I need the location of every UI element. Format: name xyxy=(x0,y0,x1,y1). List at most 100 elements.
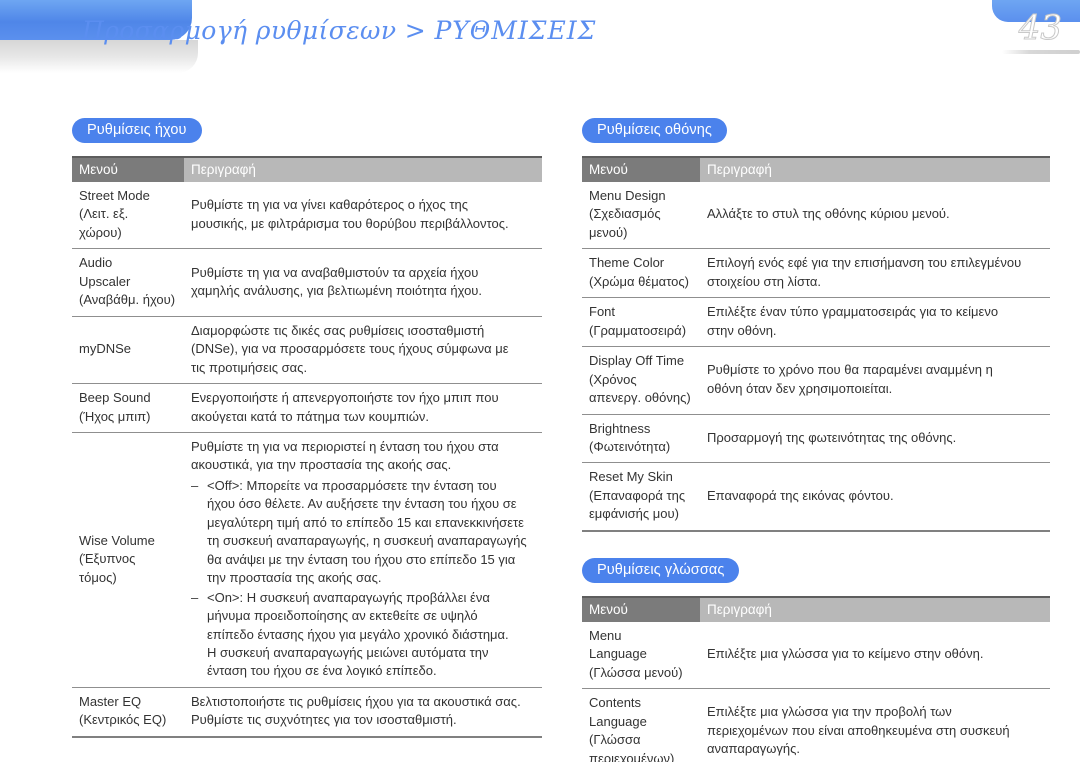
menu-line: Reset My Skin xyxy=(589,469,673,485)
menu-line: Menu xyxy=(589,627,622,643)
desc-line: Ρυθμίστε τη για να γίνει καθαρότερος ο ή… xyxy=(191,197,469,213)
desc-line: (DNSe), για να προσαρμόσετε τους ήχους σ… xyxy=(191,341,509,357)
desc-line: Επιλέξτε μια γλώσσα για την προβολή των xyxy=(707,704,952,720)
page-number: 43 xyxy=(1018,8,1062,49)
menu-line: (Επαναφορά της xyxy=(589,487,686,503)
menu-line: Language xyxy=(589,646,647,662)
table-row: Contents Language (Γλώσσα περιεχομένων) … xyxy=(582,689,1050,762)
menu-line: περιεχομένων) xyxy=(589,750,675,762)
page-number-rule xyxy=(1002,50,1080,54)
option-line: ένταση του ήχου σε ένα λογικό επίπεδο. xyxy=(207,663,437,679)
desc-line: μουσικής, με φιλτράρισμα του θορύβου περ… xyxy=(191,215,509,231)
table-row: Master EQ (Κεντρικός EQ) Βελτιστοποιήστε… xyxy=(72,687,542,736)
option-line: ήχου όσο θέλετε. Αν αυξήσετε την ένταση … xyxy=(207,496,517,512)
menu-line: Street Mode xyxy=(79,188,150,203)
option-list-item: <On>: Η συσκευή αναπαραγωγής προβάλλει έ… xyxy=(191,589,535,681)
desc-line: Επιλέξτε έναν τύπο γραμματοσειράς για το… xyxy=(707,304,999,320)
table-row: Font (Γραμματοσειρά) Επιλέξτε έναν τύπο … xyxy=(582,297,1050,348)
option-line: τη συσκευή αναπαραγωγής, η συσκευή αναπα… xyxy=(207,533,527,549)
left-column: Ρυθμίσεις ήχου Μενού Περιγραφή Street Mo… xyxy=(72,118,542,738)
menu-line: (Λειτ. εξ. xyxy=(79,206,129,222)
menu-line: Theme Color xyxy=(589,255,665,271)
right-column: Ρυθμίσεις οθόνης Μενού Περιγραφή Menu De… xyxy=(582,118,1050,762)
menu-line: (Ήχος μπιπ) xyxy=(79,408,151,424)
menu-line: χώρου) xyxy=(79,224,122,240)
display-settings-table: Μενού Περιγραφή Menu Design (Σχεδιασμός … xyxy=(582,156,1050,532)
menu-line: Display Off Time xyxy=(589,353,685,369)
table-row: Reset My Skin (Επαναφορά της εμφάνισής μ… xyxy=(582,463,1050,531)
description-cell: Ενεργοποιήστε ή απενεργοποιήστε τον ήχο … xyxy=(184,383,542,433)
menu-line: (Έξυπνος xyxy=(79,551,136,567)
desc-line: ακουστικά, για την προστασία της ακοής σ… xyxy=(191,457,452,473)
section-badge-display: Ρυθμίσεις οθόνης xyxy=(582,118,727,143)
column-header-menu: Μενού xyxy=(72,157,184,182)
description-cell: Επιλέξτε μια γλώσσα για την προβολή των … xyxy=(700,689,1050,762)
section-badge-sound: Ρυθμίσεις ήχου xyxy=(72,118,202,143)
desc-line: Ρυθμίστε τη για να περιοριστεί η ένταση … xyxy=(191,438,499,454)
menu-cell: Brightness (Φωτεινότητα) xyxy=(582,414,700,464)
description-cell: Αλλάξτε το στυλ της οθόνης κύριου μενού. xyxy=(700,182,1050,250)
menu-line: (Γλώσσα xyxy=(589,732,641,748)
menu-cell: Menu Language (Γλώσσα μενού) xyxy=(582,621,700,690)
desc-line: Αλλάξτε το στυλ της οθόνης κύριου μενού. xyxy=(707,206,950,222)
description-cell: Βελτιστοποιήστε τις ρυθμίσεις ήχου για τ… xyxy=(184,687,542,736)
desc-line: Ρυθμίστε το χρόνο που θα παραμένει αναμμ… xyxy=(707,362,993,378)
desc-line: Βελτιστοποιήστε τις ρυθμίσεις ήχου για τ… xyxy=(191,693,521,709)
column-header-menu: Μενού xyxy=(582,596,700,622)
desc-line: ακούγεται κατά το πάτημα των κουμπιών. xyxy=(191,408,429,424)
table-row: Wise Volume (Έξυπνος τόμος) Ρυθμίστε τη … xyxy=(72,432,542,688)
menu-line: απενεργ. οθόνης) xyxy=(589,390,691,406)
column-header-menu: Μενού xyxy=(582,157,700,182)
table-row: Beep Sound (Ήχος μπιπ) Ενεργοποιήστε ή α… xyxy=(72,383,542,433)
column-header-description: Περιγραφή xyxy=(700,596,1050,622)
table-row: Menu Language (Γλώσσα μενού) Επιλέξτε μι… xyxy=(582,621,1050,690)
manual-page: Προσαρμογή ρυθμίσεων > ΡΥΘΜΙΣΕΙΣ 43 Ρυθμ… xyxy=(0,0,1080,762)
language-settings-table: Μενού Περιγραφή Menu Language (Γλώσσα με… xyxy=(582,595,1050,762)
option-line: μήνυμα προειδοποίησης αν εκτεθείτε σε υψ… xyxy=(207,608,478,624)
menu-line: (Αναβάθμ. ήχου) xyxy=(79,292,176,308)
description-cell: Ρυθμίστε τη για να γίνει καθαρότερος ο ή… xyxy=(184,182,542,250)
menu-cell: Street Mode (Λειτ. εξ. χώρου) xyxy=(72,182,184,250)
menu-cell: Theme Color (Χρώμα θέματος) xyxy=(582,248,700,299)
option-line: θα ανάψει με την ένταση του ήχου στο επί… xyxy=(207,551,516,567)
menu-cell: Beep Sound (Ήχος μπιπ) xyxy=(72,383,184,433)
desc-line: Ρυθμίστε τη για να αναβαθμιστούν τα αρχε… xyxy=(191,264,479,280)
menu-line: Master EQ xyxy=(79,693,142,709)
description-cell: Ρυθμίστε τη για να αναβαθμιστούν τα αρχε… xyxy=(184,248,542,317)
desc-line: χαμηλής ανάλυσης, για βελτιωμένη ποιότητ… xyxy=(191,283,483,299)
description-cell: Διαμορφώστε τις δικές σας ρυθμίσεις ισοσ… xyxy=(184,316,542,385)
desc-line: Επαναφορά της εικόνας φόντου. xyxy=(707,487,894,503)
option-line: <Off>: Μπορείτε να προσαρμόσετε την έντα… xyxy=(207,477,497,493)
desc-line: Ρυθμίστε τις συχνότητες για τον ισοσταθμ… xyxy=(191,712,457,728)
table-row: Street Mode (Λειτ. εξ. χώρου) Ρυθμίστε τ… xyxy=(72,182,542,250)
desc-line: τις προτιμήσεις σας. xyxy=(191,359,308,375)
description-cell: Επαναφορά της εικόνας φόντου. xyxy=(700,463,1050,531)
desc-line: Ενεργοποιήστε ή απενεργοποιήστε τον ήχο … xyxy=(191,390,499,406)
menu-line: Contents xyxy=(589,695,642,711)
option-line: μεγαλύτερη τιμή από το επίπεδο 15 και επ… xyxy=(207,514,524,530)
menu-line: Beep Sound xyxy=(79,390,151,406)
menu-line: (Φωτεινότητα) xyxy=(589,438,671,454)
option-line: <On>: Η συσκευή αναπαραγωγής προβάλλει έ… xyxy=(207,589,490,605)
table-row: Theme Color (Χρώμα θέματος) Επιλογή ενός… xyxy=(582,248,1050,299)
menu-line: (Χρόνος xyxy=(589,371,637,387)
option-line: επίπεδο έντασης ήχου για μεγάλο χρονικό … xyxy=(207,626,509,642)
description-cell: Ρυθμίστε τη για να περιοριστεί η ένταση … xyxy=(184,432,542,688)
menu-cell: Master EQ (Κεντρικός EQ) xyxy=(72,687,184,736)
menu-cell: Font (Γραμματοσειρά) xyxy=(582,297,700,348)
menu-cell: Menu Design (Σχεδιασμός μενού) xyxy=(582,182,700,250)
desc-line: περιεχομένων που είναι αποθηκευμένα στη … xyxy=(707,722,1010,738)
column-header-description: Περιγραφή xyxy=(700,157,1050,182)
sound-settings-table: Μενού Περιγραφή Street Mode (Λειτ. εξ. χ… xyxy=(72,156,542,738)
menu-line: εμφάνισής μου) xyxy=(589,506,679,522)
menu-cell: Audio Upscaler (Αναβάθμ. ήχου) xyxy=(72,248,184,317)
page-title-main: Προσαρμογή ρυθμίσεων > xyxy=(82,16,435,45)
description-cell: Επιλέξτε έναν τύπο γραμματοσειράς για το… xyxy=(700,297,1050,348)
table-header-row: Μενού Περιγραφή xyxy=(582,596,1050,622)
menu-line: Upscaler xyxy=(79,273,131,289)
column-header-description: Περιγραφή xyxy=(184,157,542,182)
section-badge-language: Ρυθμίσεις γλώσσας xyxy=(582,557,740,583)
desc-line: στοιχείου στη λίστα. xyxy=(707,273,822,289)
option-list-item: <Off>: Μπορείτε να προσαρμόσετε την έντα… xyxy=(191,477,535,588)
desc-line: στην οθόνη. xyxy=(707,322,777,338)
